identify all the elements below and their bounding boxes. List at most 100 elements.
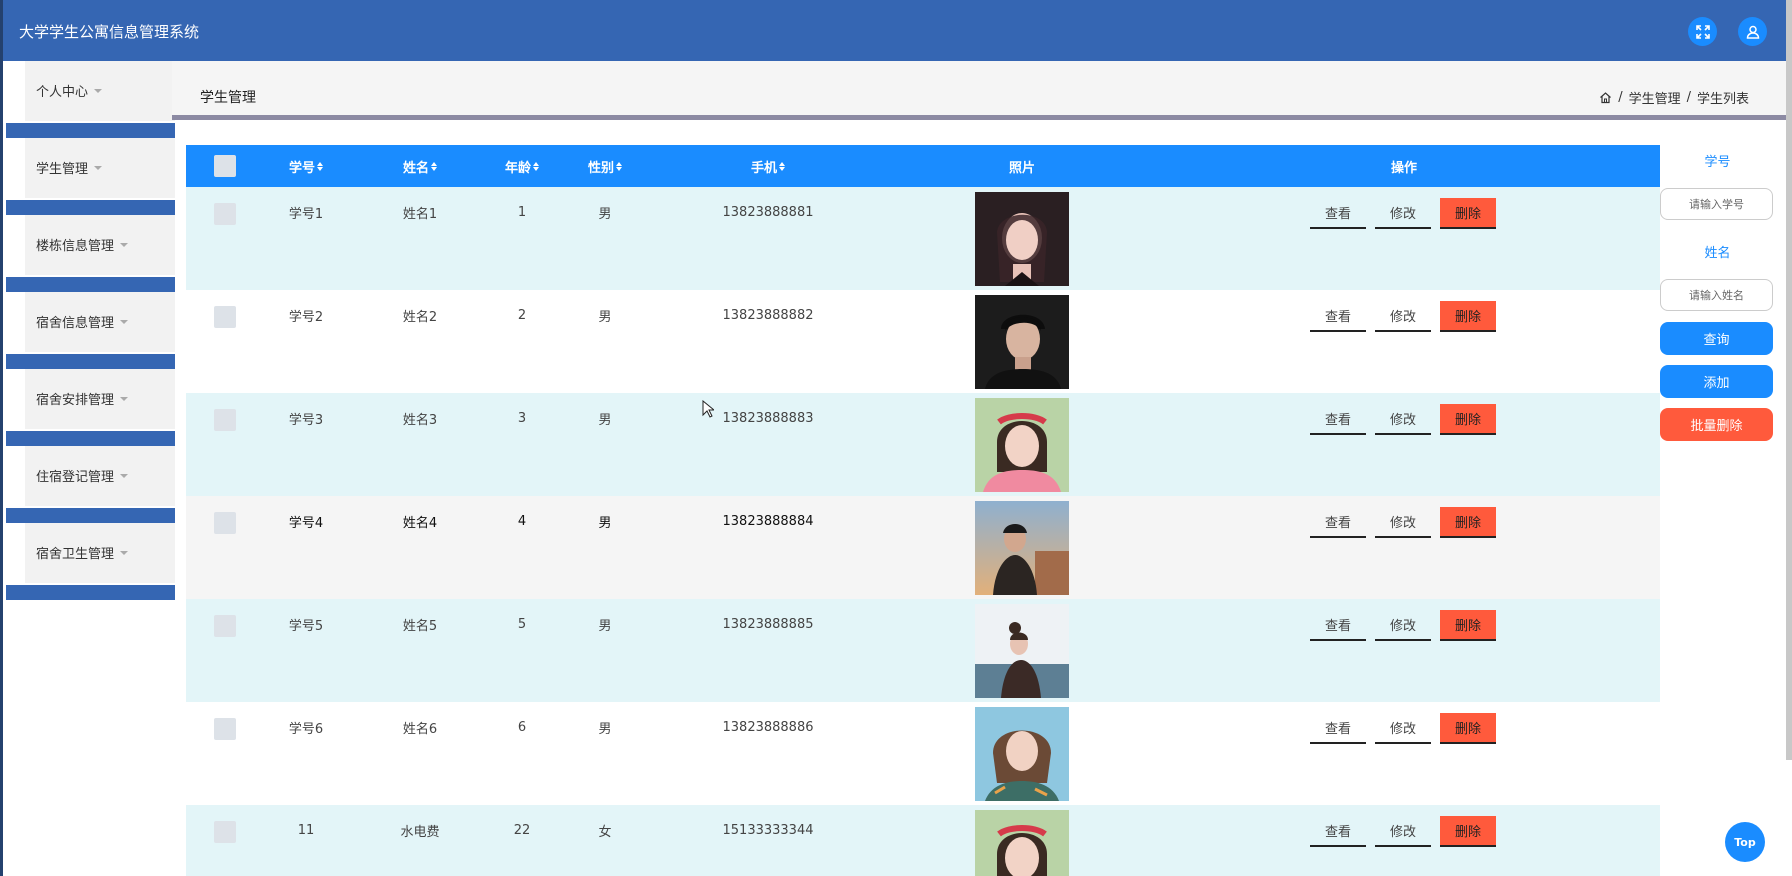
cell-phone: 15133333344	[722, 822, 814, 838]
sort-icon	[779, 161, 785, 171]
student-photo	[975, 604, 1069, 698]
menu-band	[6, 123, 175, 138]
delete-button[interactable]: 删除	[1440, 301, 1496, 332]
cell-age: 5	[517, 616, 527, 632]
row-checkbox[interactable]	[214, 306, 236, 328]
row-checkbox[interactable]	[214, 821, 236, 843]
menu-label-text: 宿舍安排管理	[36, 393, 115, 408]
cell-gender: 男	[598, 618, 612, 634]
cell-name: 水电费	[400, 824, 440, 840]
sidebar-item-label: 个人中心	[36, 81, 103, 100]
cell-gender: 女	[598, 824, 612, 840]
column-header-label: 操作	[1390, 160, 1417, 176]
cell-id: 学号3	[288, 412, 324, 428]
edit-button[interactable]: 修改	[1375, 713, 1431, 744]
row-checkbox[interactable]	[214, 512, 236, 534]
delete-button[interactable]: 删除	[1440, 198, 1496, 229]
view-button[interactable]: 查看	[1310, 713, 1366, 744]
edit-button[interactable]: 修改	[1375, 301, 1431, 332]
cell-name: 姓名2	[402, 309, 438, 325]
edit-button[interactable]: 修改	[1375, 610, 1431, 641]
delete-button[interactable]: 删除	[1440, 713, 1496, 744]
column-header-id[interactable]: 学号	[276, 145, 336, 187]
delete-button[interactable]: 删除	[1440, 404, 1496, 435]
row-checkbox[interactable]	[214, 409, 236, 431]
view-button[interactable]: 查看	[1310, 610, 1366, 641]
sidebar-item-label: 住宿登记管理	[36, 466, 129, 485]
search-id-label: 学号	[1704, 155, 1731, 170]
column-header-name[interactable]: 姓名	[390, 145, 450, 187]
cell-gender: 男	[598, 515, 612, 531]
student-table: 学号 姓名 年龄 性别 手机 照片 操作 学号1 姓名1 1 男 1382388…	[186, 145, 1660, 876]
cell-id: 学号5	[288, 618, 324, 634]
header-divider	[172, 115, 1786, 120]
column-header-gender[interactable]: 性别	[575, 145, 635, 187]
column-header-label: 照片	[1008, 160, 1035, 176]
column-header-phone[interactable]: 手机	[718, 145, 818, 187]
search-name-input[interactable]	[1660, 279, 1773, 311]
caret-down-icon	[120, 473, 129, 478]
edit-button[interactable]: 修改	[1375, 816, 1431, 847]
menu-band	[6, 200, 175, 215]
cell-name: 姓名1	[402, 206, 438, 222]
sidebar-item-building-management[interactable]: 楼栋信息管理	[6, 215, 175, 292]
user-icon[interactable]	[1738, 17, 1767, 46]
sidebar-item-lodging-registration[interactable]: 住宿登记管理	[6, 446, 175, 523]
cell-phone: 13823888885	[722, 616, 814, 632]
search-id-input[interactable]	[1660, 188, 1773, 220]
breadcrumb-separator: /	[1618, 90, 1623, 105]
fullscreen-icon[interactable]	[1688, 17, 1717, 46]
sidebar-item-dorm-arrangement[interactable]: 宿舍安排管理	[6, 369, 175, 446]
cell-name: 姓名6	[402, 721, 438, 737]
sidebar-item-personal-center[interactable]: 个人中心	[6, 61, 175, 138]
breadcrumb-level1[interactable]: 学生管理	[1629, 88, 1681, 107]
student-photo	[975, 707, 1069, 801]
cell-age: 4	[517, 513, 527, 529]
add-button[interactable]: 添加	[1660, 365, 1773, 398]
edit-button[interactable]: 修改	[1375, 404, 1431, 435]
sidebar-item-label: 楼栋信息管理	[36, 235, 129, 254]
menu-label-text: 住宿登记管理	[36, 470, 115, 485]
delete-button[interactable]: 删除	[1440, 507, 1496, 538]
student-photo	[975, 295, 1069, 389]
table-row: 学号1 姓名1 1 男 13823888881 查看 修改 删除	[186, 187, 1660, 290]
sidebar-item-dorm-hygiene[interactable]: 宿舍卫生管理	[6, 523, 175, 600]
student-photo	[975, 192, 1069, 286]
view-button[interactable]: 查看	[1310, 198, 1366, 229]
delete-button[interactable]: 删除	[1440, 610, 1496, 641]
home-icon[interactable]	[1599, 91, 1612, 104]
query-button[interactable]: 查询	[1660, 322, 1773, 355]
table-header: 学号 姓名 年龄 性别 手机 照片 操作	[186, 145, 1660, 187]
student-photo	[975, 810, 1069, 876]
select-all-checkbox[interactable]	[214, 155, 236, 177]
row-checkbox[interactable]	[214, 203, 236, 225]
edit-button[interactable]: 修改	[1375, 198, 1431, 229]
back-to-top-button[interactable]: Top	[1725, 822, 1765, 862]
batch-delete-button[interactable]: 批量删除	[1660, 408, 1773, 441]
sort-icon	[533, 161, 539, 171]
view-button[interactable]: 查看	[1310, 301, 1366, 332]
page-title: 学生管理	[200, 90, 256, 106]
scrollbar[interactable]	[1786, 0, 1792, 760]
caret-down-icon	[120, 319, 129, 324]
view-button[interactable]: 查看	[1310, 404, 1366, 435]
app-title: 大学学生公寓信息管理系统	[19, 23, 200, 41]
row-checkbox[interactable]	[214, 615, 236, 637]
caret-down-icon	[120, 550, 129, 555]
caret-down-icon	[94, 165, 103, 170]
menu-band	[6, 431, 175, 446]
cell-phone: 13823888884	[722, 513, 814, 529]
view-button[interactable]: 查看	[1310, 816, 1366, 847]
cell-gender: 男	[598, 412, 612, 428]
sidebar-item-dorm-info-management[interactable]: 宿舍信息管理	[6, 292, 175, 369]
row-checkbox[interactable]	[214, 718, 236, 740]
sidebar-item-student-management[interactable]: 学生管理	[6, 138, 175, 215]
edit-button[interactable]: 修改	[1375, 507, 1431, 538]
student-photo	[975, 501, 1069, 595]
view-button[interactable]: 查看	[1310, 507, 1366, 538]
column-header-age[interactable]: 年龄	[492, 145, 552, 187]
cell-gender: 男	[598, 721, 612, 737]
cell-age: 2	[517, 307, 527, 323]
cell-id: 学号6	[288, 721, 324, 737]
delete-button[interactable]: 删除	[1440, 816, 1496, 847]
